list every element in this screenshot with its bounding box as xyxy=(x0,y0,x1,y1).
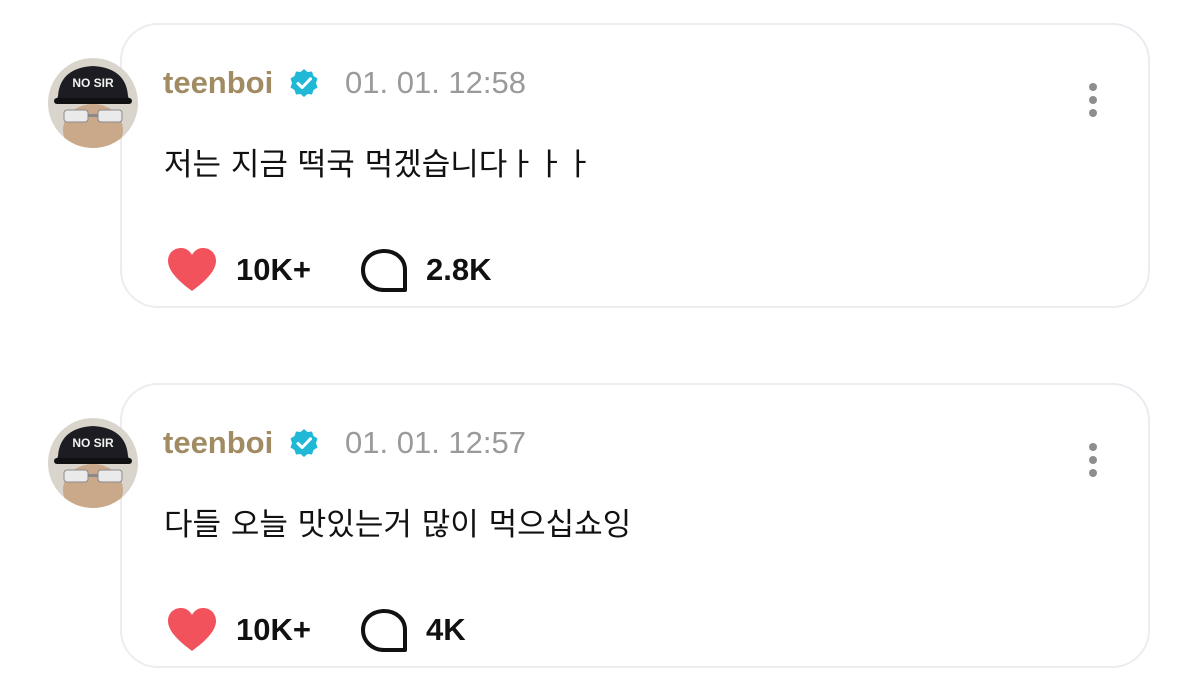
like-count: 10K+ xyxy=(236,252,311,287)
svg-text:NO SIR: NO SIR xyxy=(72,76,114,90)
comment-icon xyxy=(361,609,407,652)
more-options-icon[interactable] xyxy=(1083,443,1103,485)
avatar[interactable]: NO SIR xyxy=(48,418,138,508)
heart-icon xyxy=(168,608,216,651)
verified-badge-icon xyxy=(290,69,318,97)
comment-button[interactable]: 2.8K xyxy=(360,245,560,295)
post-text: 저는 지금 떡국 먹겠습니다ㅏㅏㅏ xyxy=(164,147,593,183)
post-card: NO SIR teenboi 01. 01. 12:57 다들 오늘 맛있는거 … xyxy=(0,383,1200,683)
timestamp: 01. 01. 12:58 xyxy=(345,65,526,100)
avatar[interactable]: NO SIR xyxy=(48,58,138,148)
comment-icon xyxy=(361,249,407,292)
like-count: 10K+ xyxy=(236,612,311,647)
like-button[interactable]: 10K+ xyxy=(166,245,336,295)
like-button[interactable]: 10K+ xyxy=(166,605,336,655)
heart-icon xyxy=(168,248,216,291)
avatar-image: NO SIR xyxy=(48,58,138,148)
comment-count: 2.8K xyxy=(426,252,492,287)
timestamp: 01. 01. 12:57 xyxy=(345,425,526,460)
post-text: 다들 오늘 맛있는거 많이 먹으십쇼잉 xyxy=(164,507,632,543)
more-options-icon[interactable] xyxy=(1083,83,1103,125)
username[interactable]: teenboi xyxy=(163,423,273,463)
username[interactable]: teenboi xyxy=(163,63,273,103)
avatar-image: NO SIR xyxy=(48,418,138,508)
comment-count: 4K xyxy=(426,612,466,647)
post-card: NO SIR teenboi 01. 01. 12:58 저는 지금 떡국 먹겠… xyxy=(0,23,1200,323)
svg-text:NO SIR: NO SIR xyxy=(72,436,114,450)
comment-button[interactable]: 4K xyxy=(360,605,560,655)
verified-badge-icon xyxy=(290,429,318,457)
